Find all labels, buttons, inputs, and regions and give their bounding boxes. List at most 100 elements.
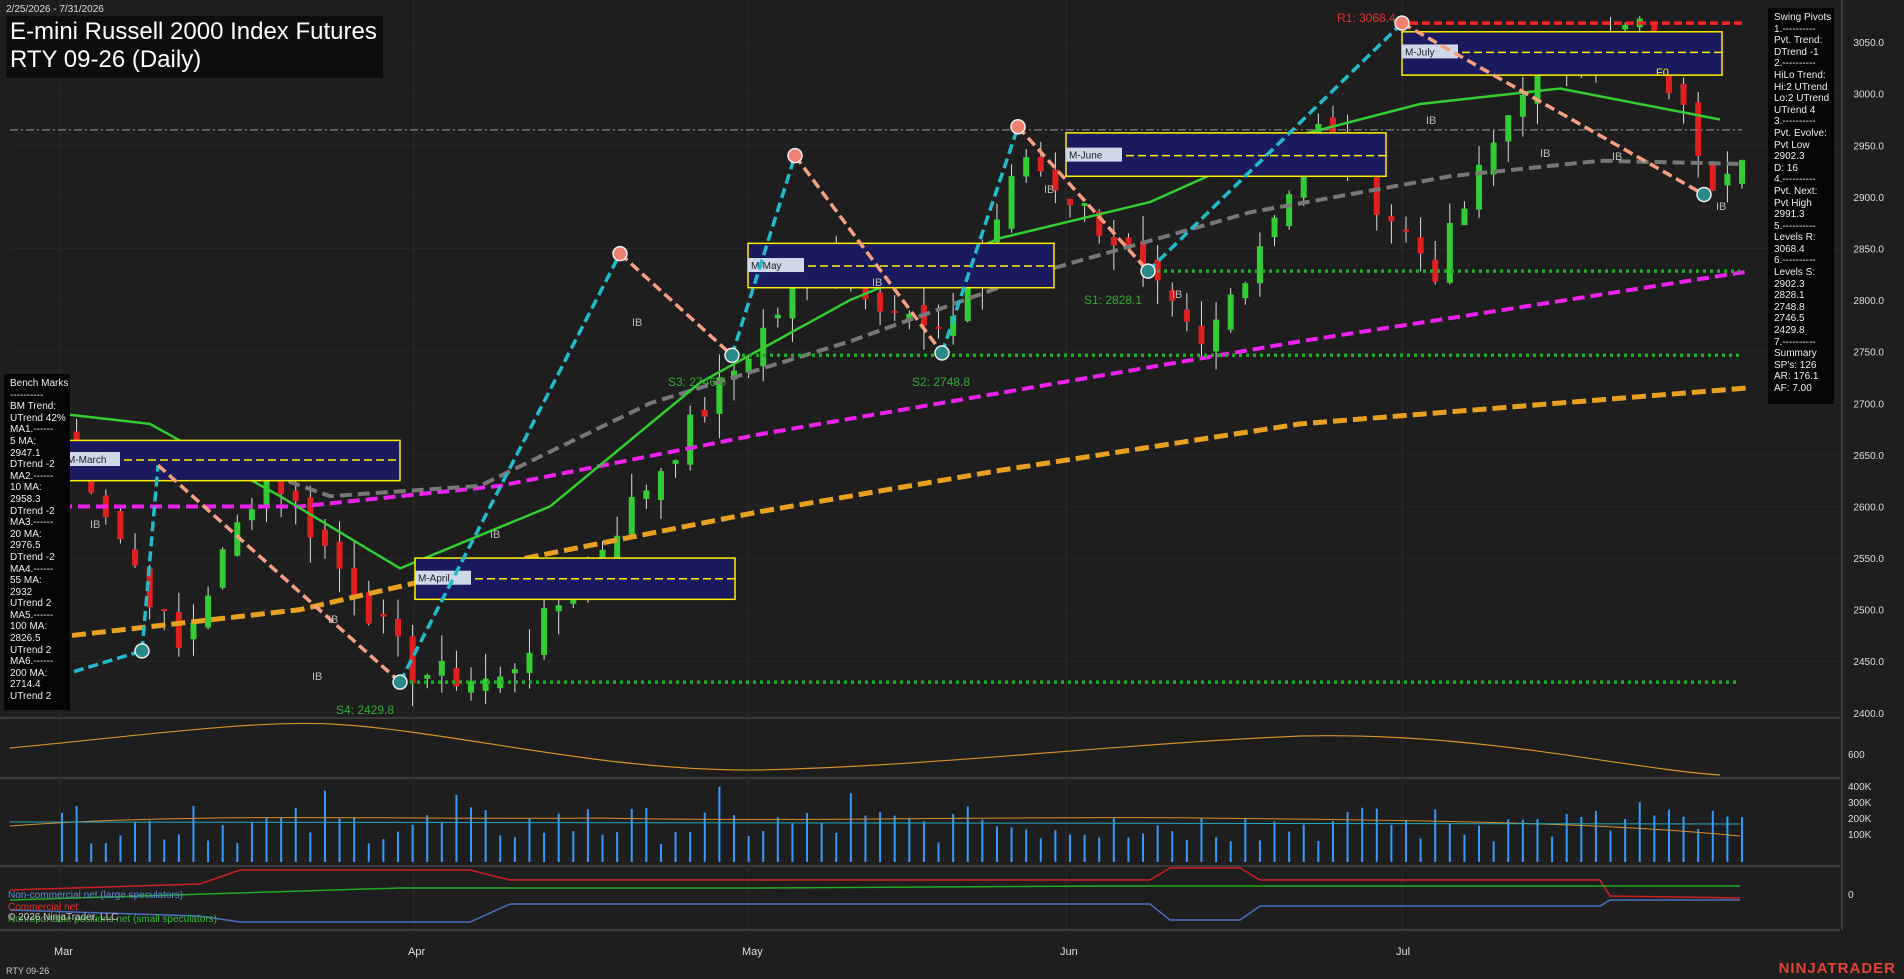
value-area-label: M-April: [418, 574, 450, 585]
bench-line: Bench Marks: [10, 378, 69, 389]
swing-line: 6.----------: [1774, 255, 1816, 267]
swing-level-label: S1: 2828.1: [1084, 293, 1142, 307]
bench-line: UTrend 2: [10, 644, 52, 656]
candle-body: [1242, 283, 1249, 299]
swing-line: Pvt Low: [1774, 139, 1810, 151]
bench-line: 20 MA:: [10, 528, 42, 540]
ib-label: IB: [312, 671, 322, 683]
bench-line: 2958.3: [10, 493, 41, 505]
swing-line: Pvt High: [1774, 197, 1812, 209]
candle-body: [380, 613, 387, 617]
y-tick-label: 2500.0: [1853, 606, 1884, 617]
price-chart[interactable]: Mar Apr May Jun Jul 2400.0 2450.0 2500.0 2550.0 2…: [0, 0, 1904, 979]
candle-body: [1622, 24, 1629, 30]
candle-body: [877, 292, 884, 312]
candle-body: [336, 541, 343, 569]
candle-body: [1417, 237, 1424, 254]
bench-line: 2947.1: [10, 447, 41, 459]
bench-marks-panel: Bench Marks ---------- BM Trend: UTrend 42%…: [4, 374, 70, 710]
ib-label: IB: [90, 519, 100, 531]
bench-line: UTrend 42%: [10, 412, 66, 424]
swing-pivot-marker: [392, 674, 408, 690]
swing-line: AR: 176.1: [1774, 371, 1819, 383]
bench-line: 2714.4: [10, 679, 41, 691]
y-tick-label: 2450.0: [1853, 657, 1884, 668]
candle-body: [1067, 198, 1073, 206]
swing-line: Lo:2 UTrend: [1774, 93, 1830, 105]
candle-body: [248, 509, 255, 521]
y-tick-label: 2850.0: [1853, 244, 1884, 255]
candle-body: [132, 549, 139, 566]
swing-pivot-marker: [134, 643, 150, 659]
y-tick-label: 2550.0: [1853, 554, 1884, 565]
ib-label: IB: [632, 317, 642, 329]
candle-body: [424, 675, 431, 679]
instrument-subtitle: RTY 09-26 (Daily): [10, 46, 202, 73]
value-area-label: M-March: [67, 455, 106, 466]
bench-line: UTrend 2: [10, 691, 52, 703]
candle-body: [672, 460, 679, 464]
fo-label: F0: [1656, 67, 1669, 79]
bench-line: ----------: [10, 389, 44, 401]
swing-line: Levels S:: [1774, 267, 1816, 279]
swing-pivot-marker: [787, 147, 803, 164]
candle-body: [643, 490, 650, 499]
footer-symbol: RTY 09-26: [6, 966, 50, 976]
candle-body: [1519, 94, 1526, 117]
candle-body: [1213, 319, 1220, 352]
candle-body: [1461, 208, 1468, 226]
swing-pivot-marker: [724, 347, 740, 364]
swing-line: 3068.4: [1774, 243, 1805, 255]
candle-body: [1227, 294, 1234, 330]
swing-line: HiLo Trend:: [1774, 69, 1826, 81]
y-tick-label: 2950.0: [1853, 141, 1884, 152]
y-tick-label: 3050.0: [1853, 38, 1884, 49]
y-tick-label: 2650.0: [1853, 451, 1884, 462]
x-tick-label: May: [742, 946, 763, 958]
chart-title-box: E-mini Russell 2000 Index Futures RTY 09…: [6, 16, 383, 78]
ib-label: IB: [1612, 151, 1622, 163]
candle-body: [438, 660, 445, 676]
candle-body: [526, 652, 533, 674]
swing-line: 2.----------: [1774, 58, 1816, 70]
bench-line: 100 MA:: [10, 621, 48, 633]
candle-body: [1023, 157, 1030, 177]
x-tick-label: Mar: [54, 946, 73, 958]
swing-line: Pvt. Trend:: [1774, 35, 1823, 47]
candle-body: [789, 284, 796, 319]
bench-line: 10 MA:: [10, 482, 42, 494]
oscillator-tick: 600: [1848, 750, 1865, 761]
swing-line: SP's: 126: [1774, 359, 1817, 371]
value-area-label: M-June: [1069, 151, 1103, 162]
y-tick-label: 2600.0: [1853, 502, 1884, 513]
bench-line: MA5.------: [10, 609, 54, 621]
y-tick-label: 2900.0: [1853, 193, 1884, 204]
candle-body: [1695, 102, 1702, 156]
volume-tick: 400K: [1848, 782, 1872, 793]
swing-line: Pvt. Evolve:: [1774, 127, 1827, 139]
swing-line: 2828.1: [1774, 290, 1805, 302]
swing-level-label: S2: 2748.8: [912, 375, 970, 389]
bench-line: BM Trend:: [10, 401, 57, 413]
y-tick-label: 2750.0: [1853, 348, 1884, 359]
candle-body: [555, 605, 562, 612]
candle-body: [1403, 229, 1409, 232]
bench-line: 200 MA:: [10, 667, 48, 679]
bench-line: DTrend -2: [10, 459, 55, 471]
volume-tick: 300K: [1848, 798, 1872, 809]
swing-pivot-marker: [1140, 263, 1156, 279]
swing-line: 2746.5: [1774, 313, 1805, 325]
bench-line: 5 MA:: [10, 435, 37, 447]
candle-body: [321, 529, 328, 546]
swing-pivot-marker: [1010, 118, 1026, 135]
x-tick-label: Jun: [1060, 946, 1078, 958]
swing-line: DTrend -1: [1774, 46, 1819, 58]
x-tick-label: Jul: [1396, 946, 1410, 958]
candle-body: [190, 622, 197, 640]
bench-line: 2932: [10, 586, 33, 598]
swing-pivots-panel: Swing Pivots 1.---------- Pvt. Trend: DTren…: [1768, 8, 1834, 404]
bench-line: 55 MA:: [10, 575, 42, 587]
ib-label: IB: [1540, 148, 1550, 160]
swing-line: 2991.3: [1774, 209, 1805, 221]
candle-body: [774, 314, 781, 319]
